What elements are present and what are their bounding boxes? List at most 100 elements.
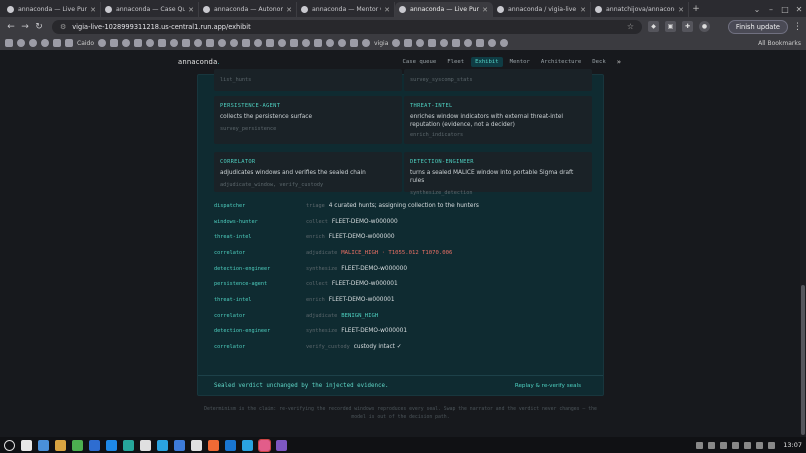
nav-more-icon[interactable]: »	[613, 56, 625, 68]
taskbar-app-icon[interactable]	[55, 439, 66, 451]
taskbar-app-icon[interactable]	[89, 439, 100, 451]
nav-deck[interactable]: Deck	[588, 57, 609, 67]
bookmark-icon[interactable]	[464, 39, 473, 47]
bookmark-icon[interactable]	[314, 39, 323, 47]
nav-mentor[interactable]: Mentor	[506, 57, 534, 67]
github-bookmark-icon[interactable]	[194, 39, 203, 47]
bookmark-icon[interactable]	[476, 39, 485, 47]
bookmark-icon[interactable]	[254, 39, 263, 47]
tray-app-icon[interactable]	[696, 441, 704, 449]
taskbar-app-icon[interactable]	[174, 439, 185, 451]
bookmark-icon[interactable]	[362, 39, 371, 47]
github-bookmark-icon[interactable]	[170, 39, 179, 47]
page-scrollbar[interactable]	[800, 50, 806, 437]
power-icon[interactable]	[4, 439, 15, 451]
bookmark-icon[interactable]	[122, 39, 131, 47]
system-clock[interactable]: 13:07	[783, 441, 802, 449]
tab-search-icon[interactable]: ⌄	[750, 2, 764, 17]
brand-logo[interactable]: annaconda.	[178, 58, 220, 66]
bookmark-icon[interactable]	[110, 39, 119, 47]
bluetooth-icon[interactable]	[720, 441, 728, 449]
bookmark-icon[interactable]	[416, 39, 425, 47]
nav-case-queue[interactable]: Case queue	[399, 57, 441, 67]
bookmark-icon[interactable]	[350, 39, 359, 47]
battery-icon[interactable]	[768, 441, 776, 449]
taskbar-app-icon[interactable]	[242, 439, 253, 451]
close-tab-icon[interactable]: ✕	[678, 6, 684, 14]
taskbar-app-icon[interactable]	[157, 439, 168, 451]
new-tab-button[interactable]: +	[689, 2, 703, 17]
close-window-icon[interactable]: ✕	[792, 2, 806, 17]
bookmark-icon[interactable]	[41, 39, 49, 47]
taskbar-app-icon[interactable]	[140, 439, 151, 451]
volume-icon[interactable]	[756, 441, 764, 449]
bookmark-icon[interactable]	[404, 39, 413, 47]
address-bar[interactable]: ⚙ vigia-live-1028999311218.us-central1.r…	[52, 19, 642, 34]
bookmark-icon[interactable]	[182, 39, 191, 47]
browser-tab[interactable]: annaconda — Live Purple Te✕	[395, 2, 493, 17]
all-bookmarks-link[interactable]: All Bookmarks	[758, 40, 801, 47]
browser-tab[interactable]: annaconda — Case Queue✕	[101, 2, 199, 17]
browser-menu-icon[interactable]: ⋮	[793, 22, 802, 32]
bookmark-icon[interactable]	[428, 39, 437, 47]
taskbar-app-icon[interactable]	[123, 439, 134, 451]
reload-icon[interactable]: ↻	[32, 22, 46, 32]
taskbar-app-icon[interactable]	[208, 439, 219, 451]
bookmark-icon[interactable]	[302, 39, 311, 47]
browser-tab[interactable]: annatchijova/annaconda: Li✕	[591, 2, 689, 17]
bookmark-icon[interactable]	[290, 39, 299, 47]
bookmark-icon[interactable]	[134, 39, 143, 47]
close-tab-icon[interactable]: ✕	[384, 6, 390, 14]
close-tab-icon[interactable]: ✕	[580, 6, 586, 14]
bookmark-icon[interactable]	[440, 39, 449, 47]
back-icon[interactable]: ←	[4, 22, 18, 32]
bookmark-icon[interactable]	[242, 39, 251, 47]
bookmark-icon[interactable]	[266, 39, 275, 47]
browser-tab[interactable]: annaconda — Live Purple Te✕	[3, 2, 101, 17]
bookmark-icon[interactable]	[146, 39, 155, 47]
bookmark-icon[interactable]	[17, 39, 25, 47]
bookmark-icon[interactable]	[29, 39, 37, 47]
bookmark-icon[interactable]	[98, 39, 107, 47]
taskbar-app-icon[interactable]	[225, 439, 236, 451]
close-tab-icon[interactable]: ✕	[482, 6, 488, 14]
taskbar-app-icon[interactable]	[72, 439, 83, 451]
nav-architecture[interactable]: Architecture	[537, 57, 585, 67]
network-icon[interactable]	[732, 441, 740, 449]
extensions-puzzle-icon[interactable]: ✚	[682, 21, 693, 32]
site-info-icon[interactable]: ⚙	[60, 23, 66, 31]
nav-fleet[interactable]: Fleet	[443, 57, 468, 67]
apps-grid-icon[interactable]	[5, 39, 13, 47]
replay-reverify-button[interactable]: Replay & re-verify seals	[509, 381, 587, 391]
bookmark-icon[interactable]	[452, 39, 461, 47]
taskbar-app-icon[interactable]	[191, 439, 202, 451]
browser-tab[interactable]: annaconda — Autonomous✕	[199, 2, 297, 17]
extension-icon[interactable]: ◆	[648, 21, 659, 32]
profile-avatar-icon[interactable]: ●	[699, 21, 710, 32]
tray-app-icon[interactable]	[708, 441, 716, 449]
bookmark-icon[interactable]	[158, 39, 167, 47]
github-bookmark-icon[interactable]	[500, 39, 509, 47]
bookmark-icon[interactable]	[65, 39, 73, 47]
bookmark-star-icon[interactable]: ☆	[627, 22, 634, 31]
finish-update-button[interactable]: Finish update	[727, 19, 788, 34]
github-bookmark-icon[interactable]	[338, 39, 347, 47]
taskbar-app-icon[interactable]	[276, 439, 287, 451]
taskbar-app-icon[interactable]	[258, 438, 271, 452]
close-tab-icon[interactable]: ✕	[286, 6, 292, 14]
maximize-icon[interactable]: □	[778, 2, 792, 17]
bookmark-icon[interactable]	[488, 39, 497, 47]
bookmark-icon[interactable]	[278, 39, 287, 47]
bookmark-icon[interactable]	[218, 39, 227, 47]
close-tab-icon[interactable]: ✕	[188, 6, 194, 14]
nav-exhibit[interactable]: Exhibit	[471, 57, 503, 67]
minimize-icon[interactable]: –	[764, 2, 778, 17]
taskbar-app-icon[interactable]	[106, 439, 117, 451]
wifi-icon[interactable]	[744, 441, 752, 449]
bookmark-icon[interactable]	[392, 39, 401, 47]
scrollbar-thumb[interactable]	[801, 285, 805, 435]
bookmark-icon[interactable]	[53, 39, 61, 47]
bookmark-caido[interactable]: Caido	[77, 40, 94, 47]
bookmark-icon[interactable]	[206, 39, 215, 47]
bookmark-icon[interactable]	[326, 39, 335, 47]
